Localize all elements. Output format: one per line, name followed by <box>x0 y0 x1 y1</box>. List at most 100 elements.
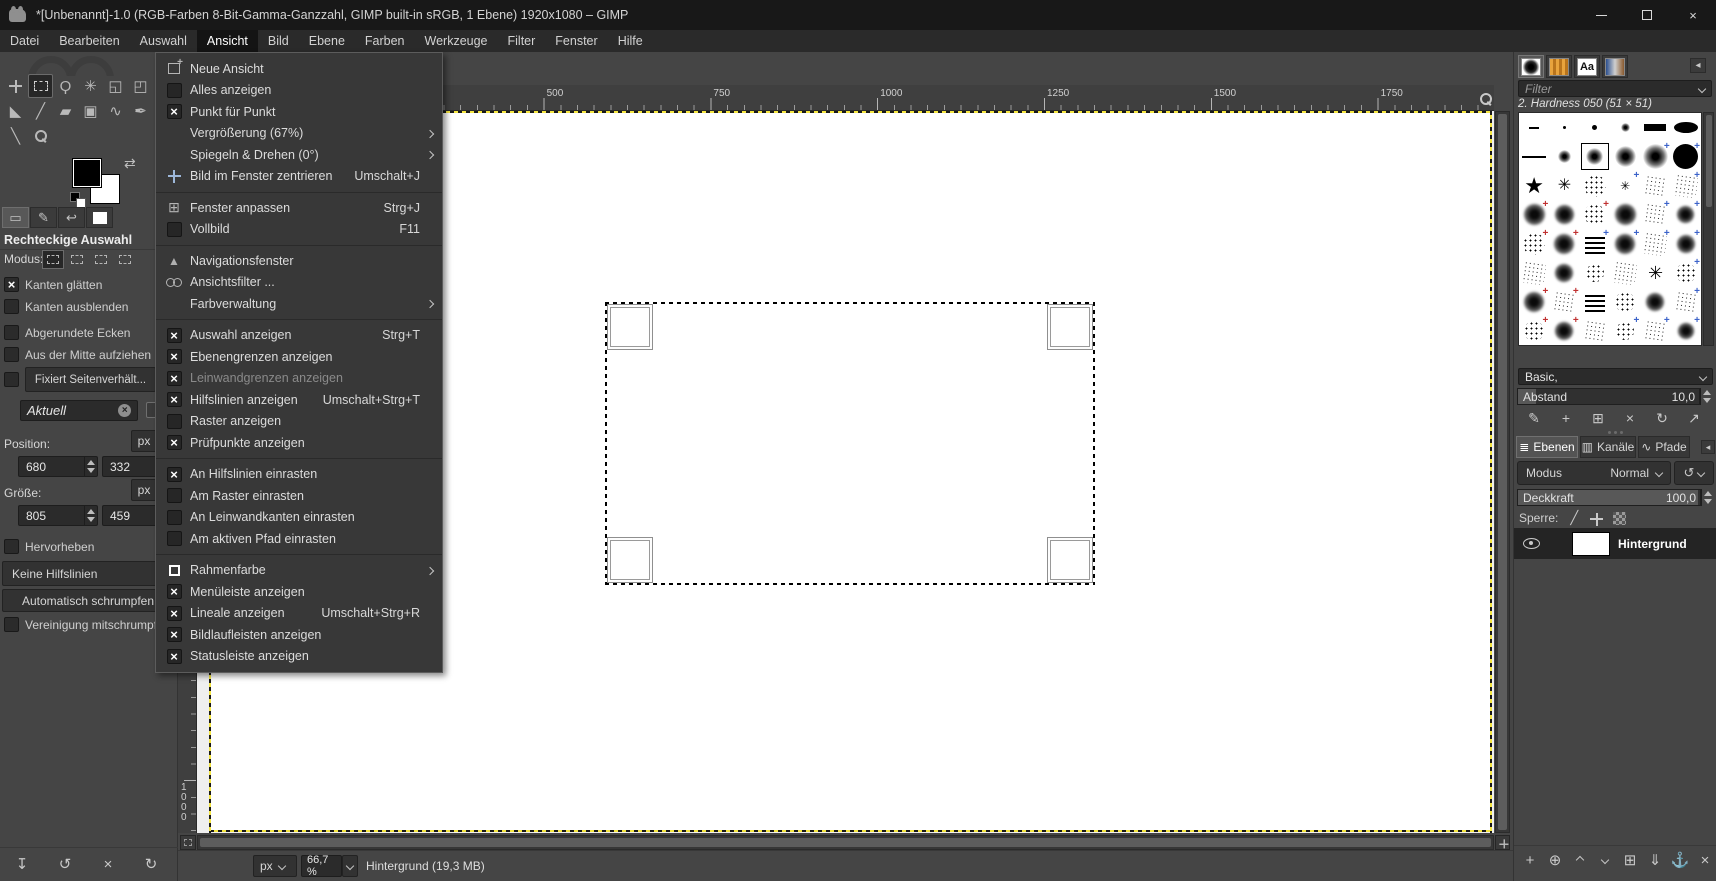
brush-cell[interactable] <box>1580 316 1610 345</box>
tab-ebenen[interactable]: ≣Ebenen <box>1516 436 1578 458</box>
mode-reset-button[interactable]: ↺ <box>1674 461 1714 485</box>
zoom-dropdown-button[interactable] <box>342 855 358 877</box>
option-aus-der-mitte-aufziehen[interactable]: Aus der Mitte aufziehen <box>4 347 151 362</box>
menubar-item-bild[interactable]: Bild <box>258 30 299 52</box>
brush-cell[interactable] <box>1519 258 1549 287</box>
brush-cell[interactable] <box>1580 171 1610 200</box>
brush-cell[interactable] <box>1519 113 1549 142</box>
checkbox-unchecked-icon[interactable] <box>4 325 19 340</box>
selection-handle-top-left[interactable] <box>607 304 653 350</box>
menu-item-vollbild[interactable]: VollbildF11 <box>156 219 442 241</box>
mode-intersect-button[interactable] <box>114 250 136 269</box>
brush-cell[interactable]: + <box>1519 316 1549 345</box>
fixed-ratio-button[interactable]: Fixiert Seitenverhält... <box>25 367 156 392</box>
menu-item-leinwandgrenzen-anzeigen[interactable]: ×Leinwandgrenzen anzeigen <box>156 368 442 390</box>
menu-item-ebenengrenzen-anzeigen[interactable]: ×Ebenengrenzen anzeigen <box>156 346 442 368</box>
reset-tool-options-icon[interactable]: ↻ <box>141 854 161 874</box>
brush-grid[interactable]: ++★✳✳++++++++++++✳+++++++++ <box>1518 112 1702 346</box>
guides-dropdown[interactable]: Keine Hilfslinien <box>2 561 174 586</box>
menu-item-farbverwaltung[interactable]: Farbverwaltung <box>156 293 442 315</box>
clone-tool[interactable]: ▣ <box>78 99 103 123</box>
menubar-item-ebene[interactable]: Ebene <box>299 30 355 52</box>
rectangle-select-tool[interactable] <box>28 74 53 98</box>
refresh-brushes-icon[interactable]: ↻ <box>1652 409 1672 427</box>
foreground-color-swatch[interactable] <box>72 158 102 188</box>
fuzzy-select-tool[interactable]: ✳ <box>78 74 103 98</box>
menubar-item-filter[interactable]: Filter <box>498 30 546 52</box>
transform-tool[interactable]: ◰ <box>128 74 153 98</box>
tool-options-tab[interactable]: ▭ <box>2 207 29 228</box>
duplicate-layer-icon[interactable]: ⊞ <box>1620 850 1640 870</box>
menu-item-lineale-anzeigen[interactable]: ×Lineale anzeigenUmschalt+Strg+R <box>156 603 442 625</box>
brush-cell[interactable]: + <box>1671 316 1701 345</box>
raise-layer-icon[interactable] <box>1570 850 1590 870</box>
brush-cell[interactable]: + <box>1549 229 1579 258</box>
brush-cell[interactable]: + <box>1580 229 1610 258</box>
menubar-item-fenster[interactable]: Fenster <box>545 30 607 52</box>
brush-cell[interactable]: + <box>1610 316 1640 345</box>
checkbox-unchecked-icon[interactable] <box>4 299 19 314</box>
brush-cell[interactable]: + <box>1640 200 1670 229</box>
menu-item-bild-im-fenster-zentrieren[interactable]: Bild im Fenster zentrierenUmschalt+J <box>156 166 442 188</box>
move-tool[interactable] <box>3 74 28 98</box>
brush-cell[interactable]: + <box>1640 142 1670 171</box>
menu-item-an-leinwandkanten-einrasten[interactable]: An Leinwandkanten einrasten <box>156 507 442 529</box>
option-kanten-ausblenden[interactable]: Kanten ausblenden <box>4 299 128 314</box>
brush-filter-input[interactable]: Filter <box>1518 80 1712 97</box>
autoshrink-button[interactable]: Automatisch schrumpfen <box>2 589 174 612</box>
image-thumbnail-tab[interactable] <box>86 207 113 228</box>
option-kanten-glätten[interactable]: ×Kanten glätten <box>4 277 102 292</box>
brush-cell[interactable]: + <box>1549 287 1579 316</box>
delete-brush-icon[interactable]: × <box>1620 409 1640 427</box>
selection-rectangle[interactable] <box>605 302 1095 585</box>
menubar-item-werkzeuge[interactable]: Werkzeuge <box>415 30 498 52</box>
layer-name[interactable]: Hintergrund <box>1618 537 1687 551</box>
option-abgerundete-ecken[interactable]: Abgerundete Ecken <box>4 325 130 340</box>
menu-item-menüleiste-anzeigen[interactable]: ×Menüleiste anzeigen <box>156 581 442 603</box>
brush-cell[interactable] <box>1580 258 1610 287</box>
menu-item-prüfpunkte-anzeigen[interactable]: ×Prüfpunkte anzeigen <box>156 432 442 454</box>
brush-cell[interactable]: + <box>1671 229 1701 258</box>
menu-item-fenster-anpassen[interactable]: ⊞Fenster anpassenStrg+J <box>156 197 442 219</box>
tab-pfade[interactable]: ∿Pfade <box>1638 436 1690 458</box>
fixed-ratio-checkbox[interactable] <box>4 372 19 387</box>
mode-add-button[interactable] <box>66 250 88 269</box>
menu-item-ansichtsfilter[interactable]: Ansichtsfilter ... <box>156 272 442 294</box>
brush-cell[interactable]: + <box>1640 229 1670 258</box>
layer-thumbnail[interactable] <box>1572 532 1610 556</box>
menu-item-rahmenfarbe[interactable]: Rahmenfarbe <box>156 560 442 582</box>
color-picker-tool[interactable]: ╲ <box>3 124 28 148</box>
menu-item-vergrößerung-67[interactable]: Vergrößerung (67%) <box>156 123 442 145</box>
restore-tool-preset-icon[interactable]: ↺ <box>55 854 75 874</box>
ruler-corner-zoom-button[interactable] <box>1477 88 1495 110</box>
brush-cell[interactable]: ✳+ <box>1610 171 1640 200</box>
brush-cell[interactable] <box>1549 142 1579 171</box>
brush-cell[interactable]: + <box>1671 200 1701 229</box>
clear-ratio-icon[interactable]: × <box>118 404 131 417</box>
brush-cell[interactable]: + <box>1671 258 1701 287</box>
size-unit-button[interactable]: px <box>131 479 157 501</box>
position-unit-button[interactable]: px <box>131 430 157 452</box>
undo-history-tab[interactable]: ↩ <box>58 207 85 228</box>
delete-tool-preset-icon[interactable]: × <box>98 854 118 874</box>
merge-layer-icon[interactable]: ⇓ <box>1645 850 1665 870</box>
save-tool-preset-icon[interactable]: ↧ <box>12 854 32 874</box>
menu-item-navigationsfenster[interactable]: ▲Navigationsfenster <box>156 250 442 272</box>
layer-visibility-icon[interactable] <box>1523 538 1540 549</box>
crop-tool[interactable]: ◱ <box>103 74 128 98</box>
brush-cell[interactable]: + <box>1549 316 1579 345</box>
menu-item-bildlaufleisten-anzeigen[interactable]: ×Bildlaufleisten anzeigen <box>156 624 442 646</box>
brush-cell[interactable]: + <box>1671 142 1701 171</box>
brush-cell[interactable] <box>1549 113 1579 142</box>
bucket-fill-tool[interactable]: ◣ <box>3 99 28 123</box>
menubar-item-ansicht[interactable]: Ansicht <box>197 30 258 52</box>
brush-cell[interactable]: + <box>1671 287 1701 316</box>
mode-subtract-button[interactable] <box>90 250 112 269</box>
menu-item-auswahl-anzeigen[interactable]: ×Auswahl anzeigenStrg+T <box>156 325 442 347</box>
checkbox-unchecked-icon[interactable] <box>4 347 19 362</box>
brush-grid-scrollbar[interactable] <box>1703 112 1714 346</box>
smudge-tool[interactable]: ∿ <box>103 99 128 123</box>
brush-cell[interactable] <box>1640 113 1670 142</box>
brush-cell[interactable] <box>1549 258 1579 287</box>
brush-cell[interactable]: + <box>1610 229 1640 258</box>
